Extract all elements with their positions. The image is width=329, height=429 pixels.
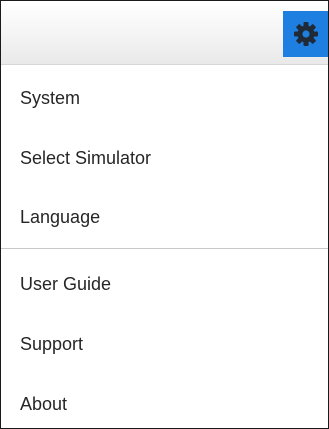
menu-item-label: System [20,87,81,108]
settings-button[interactable] [283,11,328,57]
menu-item-label: Select Simulator [20,147,152,168]
menu-item-label: User Guide [20,273,112,294]
settings-menu-panel: System Select Simulator Language User Gu… [0,0,329,429]
menu-item-user-guide[interactable]: User Guide [1,258,328,310]
menu-item-label: About [20,393,68,414]
menu-item-support[interactable]: Support [1,318,328,370]
menu-divider [1,248,328,249]
menu-item-label: Language [20,206,101,227]
gear-icon [293,21,319,47]
menu-item-select-simulator[interactable]: Select Simulator [1,132,328,184]
menu-item-label: Support [20,333,84,354]
menu-item-about[interactable]: About [1,378,328,428]
top-bar [1,1,328,65]
menu-item-language[interactable]: Language [1,191,328,243]
settings-menu: System Select Simulator Language User Gu… [1,65,328,428]
menu-item-system[interactable]: System [1,72,328,124]
